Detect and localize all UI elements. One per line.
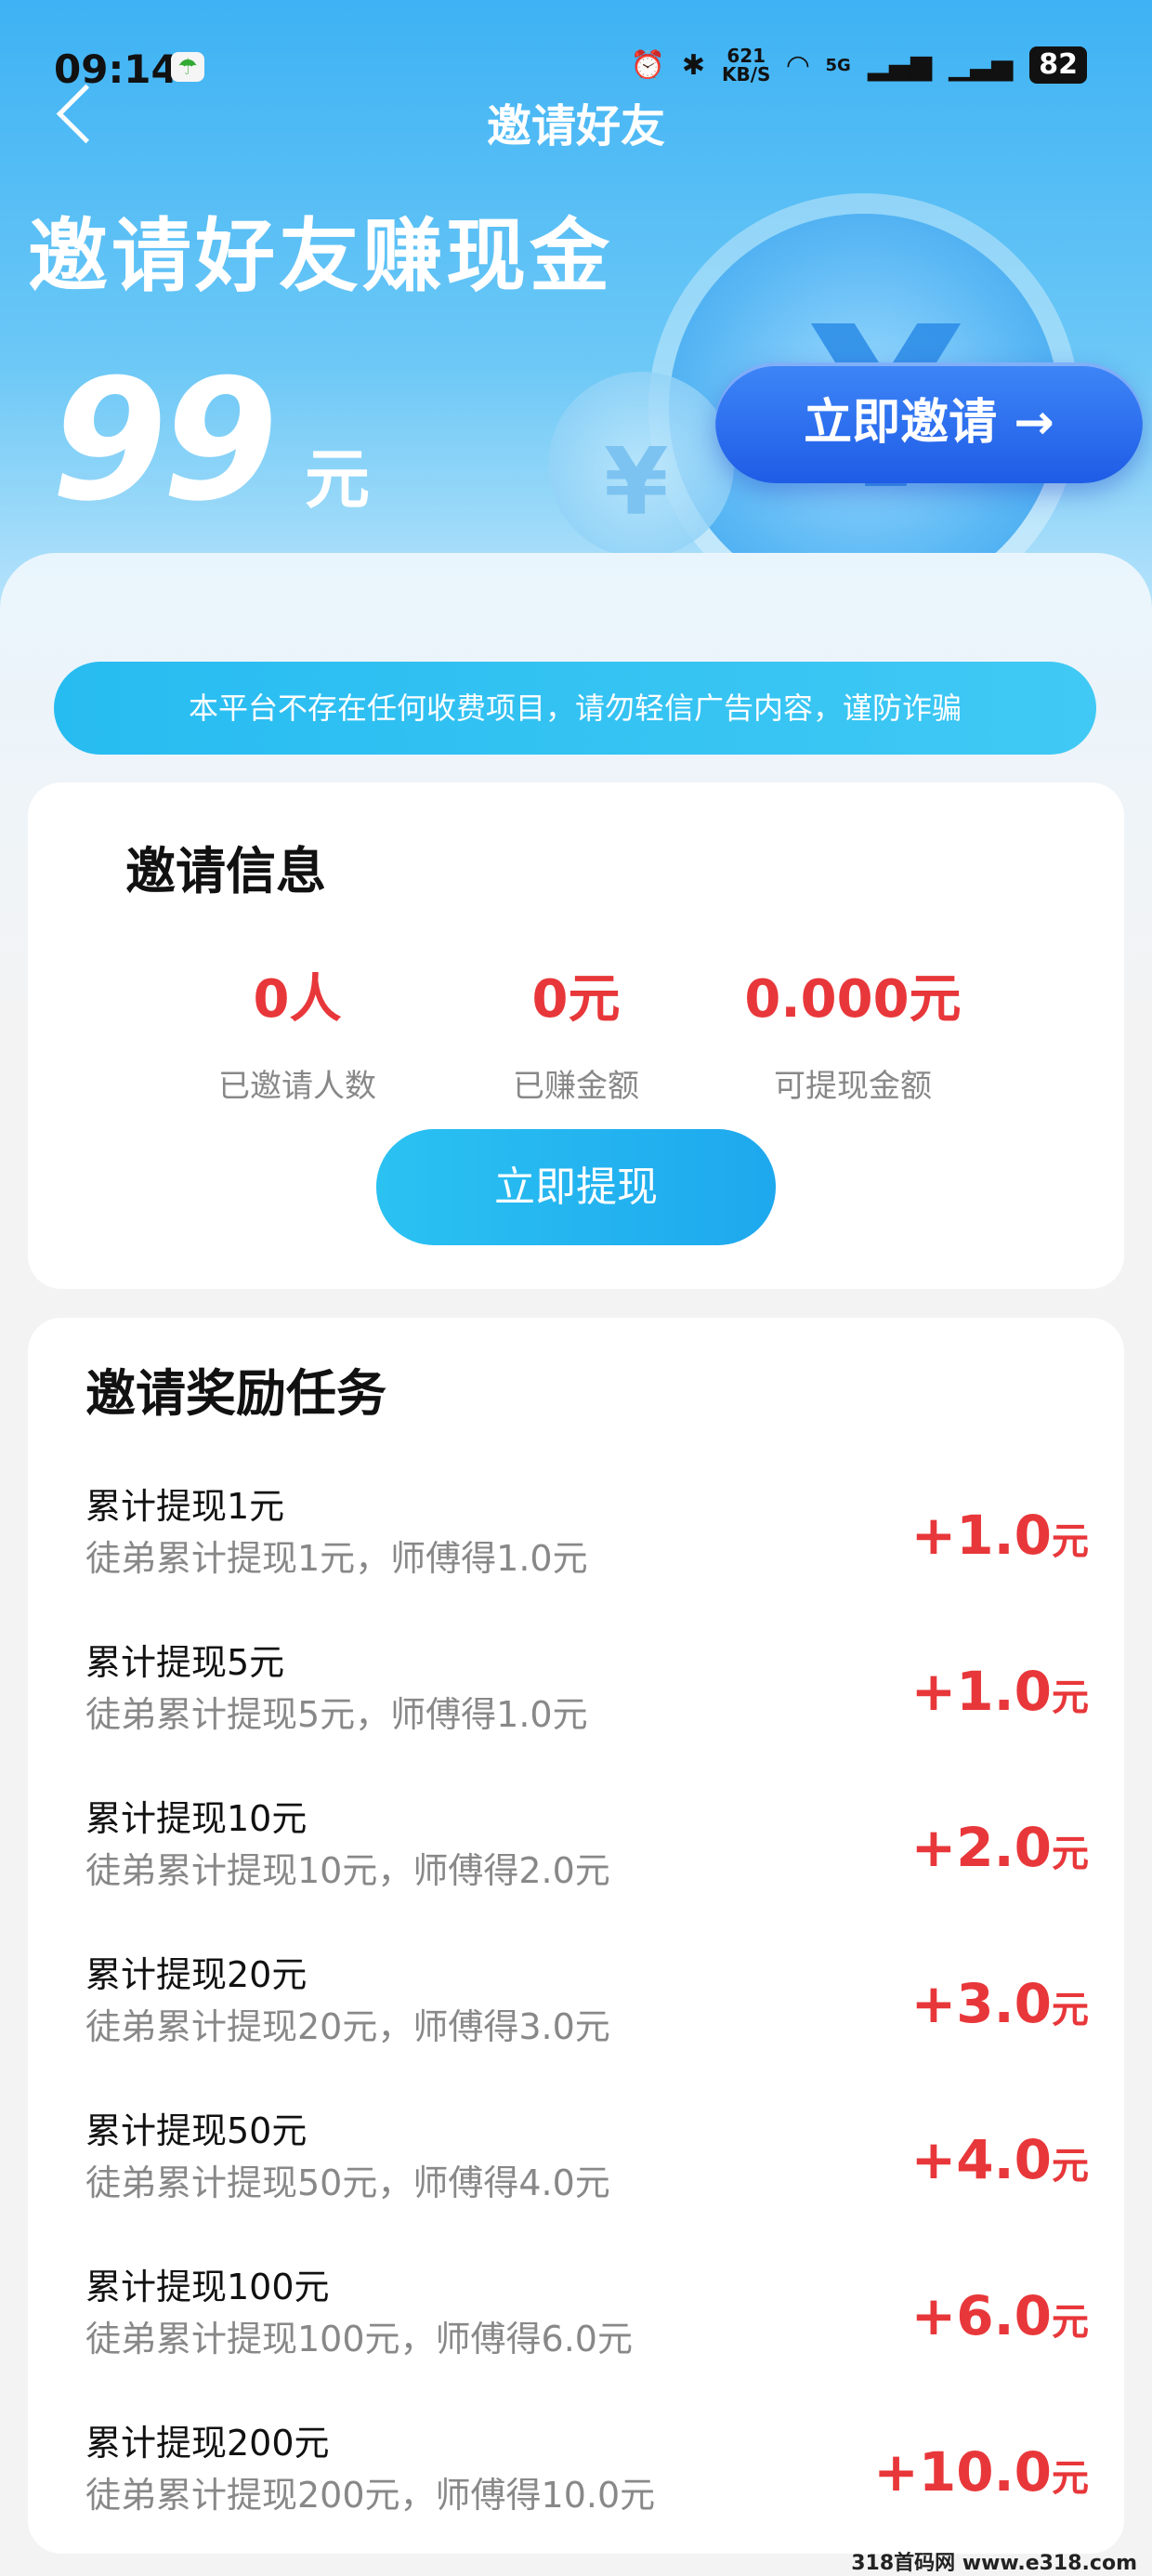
task-item: 累计提现200元 徒弟累计提现200元，师傅得10.0元 +10.0元 [85, 2423, 1089, 2516]
signal-icon: ▂▄▆ [867, 48, 933, 82]
page-title: 邀请好友 [486, 100, 665, 152]
watermark: 318首码网 www.e318.com [851, 2552, 1137, 2575]
task-item: 累计提现100元 徒弟累计提现100元，师傅得6.0元 +6.0元 [85, 2267, 1089, 2359]
stat-earned: 0元 已赚金额 [513, 969, 639, 1105]
task-item: 累计提现5元 徒弟累计提现5元，师傅得1.0元 +1.0元 [85, 1642, 1089, 1735]
reward-unit: 元 [305, 441, 370, 518]
task-reward: +3.0元 [910, 1972, 1089, 2035]
task-item: 累计提现20元 徒弟累计提现20元，师傅得3.0元 +3.0元 [85, 1954, 1089, 2047]
wifi-icon: ◠ [787, 48, 809, 82]
signal-label: 5G [825, 55, 851, 75]
reward-tasks-title: 邀请奖励任务 [85, 1364, 386, 1423]
task-item: 累计提现1元 徒弟累计提现1元，师傅得1.0元 +1.0元 [85, 1486, 1089, 1579]
hero-headline: 邀请好友赚现金 [28, 210, 613, 303]
task-reward: +10.0元 [873, 2440, 1089, 2504]
task-reward: +1.0元 [910, 1660, 1089, 1723]
withdraw-now-button[interactable]: 立即提现 [376, 1129, 776, 1245]
task-reward: +6.0元 [910, 2284, 1089, 2347]
stat-invited: 0人 已邀请人数 [218, 969, 376, 1105]
reward-amount: 99 [51, 344, 278, 538]
anti-fraud-notice: 本平台不存在任何收费项目，请勿轻信广告内容，谨防诈骗 [54, 662, 1096, 755]
task-item: 累计提现50元 徒弟累计提现50元，师傅得4.0元 +4.0元 [85, 2110, 1089, 2203]
signal-icon-2: ▁▃▅ [949, 48, 1014, 82]
task-item: 累计提现10元 徒弟累计提现10元，师傅得2.0元 +2.0元 [85, 1798, 1089, 1891]
network-speed: 621 KB/S [721, 45, 771, 85]
invite-info-title: 邀请信息 [125, 842, 326, 900]
status-time: 09:14 [54, 46, 178, 92]
battery-icon: 82 [1029, 46, 1087, 84]
task-reward: +1.0元 [910, 1504, 1089, 1567]
task-reward: +2.0元 [910, 1816, 1089, 1879]
invite-now-button[interactable]: 立即邀请 → [715, 362, 1143, 483]
task-reward: +4.0元 [910, 2128, 1089, 2191]
umbrella-icon: ☂ [171, 52, 204, 82]
alarm-icon: ⏰ [630, 48, 665, 82]
small-yen-icon: ¥ [604, 427, 669, 536]
bluetooth-icon: ✱ [681, 48, 705, 82]
stat-withdrawable: 0.000元 可提现金额 [744, 969, 962, 1105]
